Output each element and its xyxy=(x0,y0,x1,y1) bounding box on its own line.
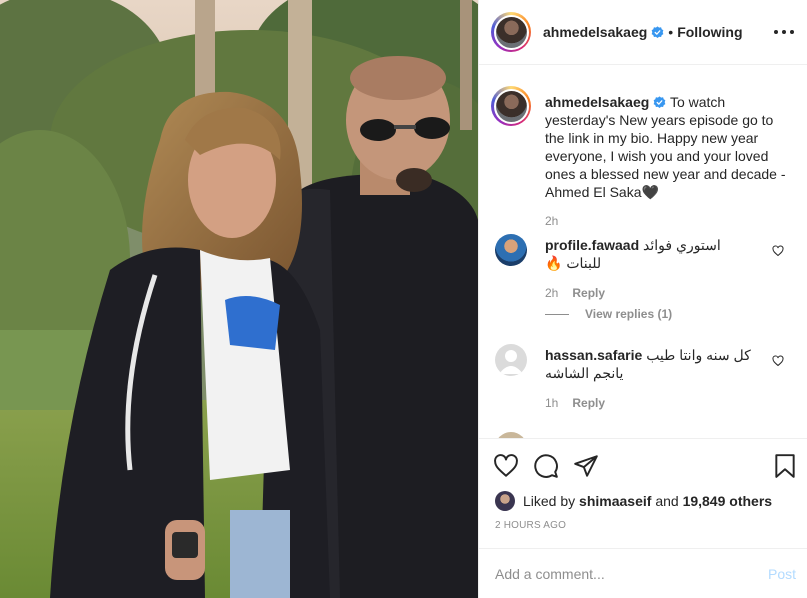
comment-bubble-icon[interactable] xyxy=(533,453,559,479)
post-side-panel: ahmedelsakaeg • Following ahmedelsakaeg … xyxy=(478,0,807,598)
add-comment-input[interactable] xyxy=(495,565,768,582)
post-comment-button[interactable]: Post xyxy=(768,566,796,582)
post-photo[interactable] xyxy=(0,0,478,598)
save-bookmark-icon[interactable] xyxy=(772,453,798,479)
commenter-avatar[interactable] xyxy=(495,344,527,376)
comment-time[interactable]: 2h xyxy=(545,286,558,300)
likes-prefix: Liked by xyxy=(523,493,576,509)
comment-item: hassan.safarie كل سنه وانتا طيب يانجم ال… xyxy=(545,346,757,382)
reply-button[interactable]: Reply xyxy=(572,396,605,410)
verified-badge-icon xyxy=(651,25,664,38)
caption-username[interactable]: ahmedelsakaeg xyxy=(545,94,649,110)
post-actions: Liked by shimaaseif and 19,849 others 2 … xyxy=(479,438,807,548)
likes-summary: Liked by shimaaseif and 19,849 others xyxy=(495,491,772,511)
comment-meta: 1h Reply xyxy=(545,396,605,410)
comment-time[interactable]: 1h xyxy=(545,396,558,410)
comment-username[interactable]: profile.fawaad xyxy=(545,237,639,253)
caption-author-avatar[interactable] xyxy=(491,86,531,126)
like-comment-heart-icon[interactable] xyxy=(772,245,784,257)
caption-time[interactable]: 2h xyxy=(545,214,558,228)
author-username[interactable]: ahmedelsakaeg xyxy=(543,24,647,40)
view-replies-label: View replies (1) xyxy=(585,307,673,321)
comments-list[interactable]: ahmedelsakaeg To watch yesterday's New y… xyxy=(479,66,807,438)
post-header: ahmedelsakaeg • Following xyxy=(479,0,807,65)
view-replies-button[interactable]: View replies (1) xyxy=(545,307,672,321)
caption-text-block: ahmedelsakaeg To watch yesterday's New y… xyxy=(545,93,790,201)
add-comment-bar: Post xyxy=(479,548,807,598)
reply-button[interactable]: Reply xyxy=(572,286,605,300)
comment-item: profile.fawaad استوري فوائد للبنات 🔥 xyxy=(545,236,757,272)
commenter-avatar[interactable] xyxy=(495,234,527,266)
following-button[interactable]: Following xyxy=(677,24,742,40)
liker-avatar[interactable] xyxy=(495,491,515,511)
default-avatar-icon xyxy=(499,350,523,374)
comment-username[interactable]: hassan.safarie xyxy=(545,347,642,363)
likes-connector: and xyxy=(655,493,679,509)
likes-count-link[interactable]: 19,849 others xyxy=(683,493,773,509)
comment-meta: 2h Reply xyxy=(545,286,605,300)
verified-badge-icon xyxy=(653,96,666,109)
liker-username[interactable]: shimaaseif xyxy=(579,493,651,509)
post-image xyxy=(0,0,478,598)
separator-dot: • xyxy=(668,24,674,40)
like-comment-heart-icon[interactable] xyxy=(772,355,784,367)
more-options-icon[interactable] xyxy=(774,24,794,40)
author-avatar[interactable] xyxy=(491,12,531,52)
post-timestamp[interactable]: 2 HOURS AGO xyxy=(495,520,566,531)
replies-divider xyxy=(545,313,569,315)
share-paper-plane-icon[interactable] xyxy=(573,453,599,479)
like-heart-icon[interactable] xyxy=(493,453,519,479)
